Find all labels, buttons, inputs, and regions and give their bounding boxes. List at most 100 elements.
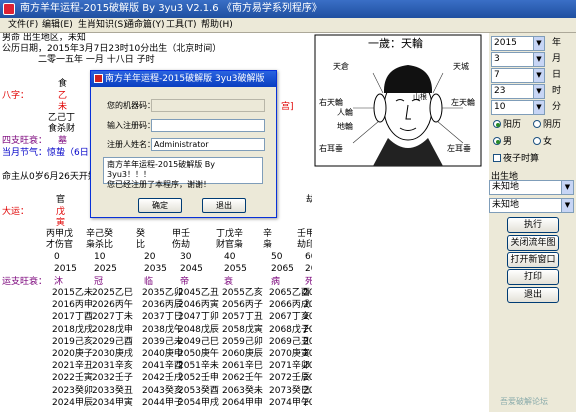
face-label-2: 右天輪	[319, 97, 343, 107]
register-message: 南方羊年运程-2015破解版 By 3yu3！！！ 您已经注册了本程序，谢谢！	[103, 157, 263, 189]
place-select-1[interactable]: 未知地 ▼	[489, 180, 574, 195]
menu-help[interactable]: 帮助(H)	[201, 18, 233, 33]
date-line: 公历日期，2015年3月7日23时10分出生（北京时间）	[2, 44, 222, 54]
year-unit: 年	[552, 38, 562, 48]
liunian-cell: 2051辛未	[178, 361, 219, 372]
day-spinner[interactable]: 7 ▼	[491, 68, 545, 83]
window-title: 南方羊年运程-2015破解版 By 3yu3 V2.1.6 《南方易学系列程序》	[20, 3, 322, 14]
liunian-cell: 2048戊辰	[178, 324, 219, 335]
chevron-down-icon[interactable]: ▼	[533, 69, 544, 82]
liunian-cell: 2053癸酉	[178, 385, 219, 396]
liunian-cell: 2042壬戌	[142, 373, 183, 384]
chevron-down-icon[interactable]: ▼	[533, 53, 544, 66]
dayun-right-0: 劫	[306, 195, 312, 205]
dayun-state: 病	[271, 277, 281, 287]
liunian-cell: 2084甲辰	[303, 397, 312, 408]
reg-name-field[interactable]: Administrator	[151, 138, 265, 151]
chevron-down-icon[interactable]: ▼	[533, 101, 544, 114]
gender-line: 男命 出生地区，未知	[2, 33, 86, 43]
year-spinner[interactable]: 2015 ▼	[491, 36, 545, 51]
liunian-cell: 2054甲戌	[178, 397, 219, 408]
liunian-cell: 2024甲辰	[52, 397, 93, 408]
liunian-cell: 2083癸卯	[303, 385, 312, 396]
reg-code-label: 输入注册码：	[107, 121, 155, 130]
menu-tools[interactable]: 工具(T)	[166, 18, 197, 33]
chevron-down-icon[interactable]: ▼	[561, 181, 573, 194]
hour-unit: 时	[552, 86, 562, 96]
dayun-year: 2075	[305, 264, 312, 274]
liunian-cell: 2052壬申	[178, 373, 219, 384]
liunian-cell: 2045乙丑	[178, 288, 219, 298]
menu-zodiac[interactable]: 生肖知识(S)	[78, 18, 127, 33]
app-icon	[3, 3, 15, 15]
exit-button[interactable]: 退出	[507, 287, 559, 303]
close-report-button[interactable]: 关闭流年图	[507, 235, 559, 251]
liunian-cell: 2061辛巳	[222, 361, 263, 372]
night-zi-checkbox[interactable]: 夜子时算	[493, 153, 539, 165]
place-select-2[interactable]: 未知地 ▼	[489, 198, 574, 213]
liunian-cell: 2060庚辰	[222, 349, 263, 359]
dayun-year: 2035	[144, 264, 167, 274]
bazi-zhi: 未	[58, 102, 68, 112]
menu-file[interactable]: 文件(F)	[8, 18, 38, 33]
liunian-cell: 2015乙未	[52, 288, 93, 298]
bazi-cut: 宫]	[281, 102, 294, 112]
liunian-cell: 2078戊戌	[303, 324, 312, 335]
message-line-2: 您已经注册了本程序，谢谢！	[107, 180, 211, 189]
face-label-3: 左天輪	[451, 97, 475, 107]
dialog-title: 南方羊年运程-2015破解版 3yu3破解版	[105, 74, 265, 84]
menu-fate[interactable]: 通命篇(Y)	[125, 18, 165, 33]
liunian-cell: 2025乙巳	[92, 288, 133, 298]
liunian-cell: 2038戊午	[142, 324, 183, 335]
dayun-shishen: 枭杀比	[86, 240, 114, 250]
print-button[interactable]: 打印	[507, 269, 559, 285]
liunian-cell: 2063癸未	[222, 385, 263, 396]
minute-unit: 分	[552, 102, 562, 112]
liunian-cell: 2033癸丑	[92, 385, 133, 396]
menu-bar: 文件(F) 编辑(E) 生肖知识(S) 通命篇(Y) 工具(T) 帮助(H)	[0, 18, 576, 33]
reg-code-field[interactable]	[151, 119, 265, 132]
liunian-cell: 2059己卯	[222, 336, 263, 347]
dialog-exit-button[interactable]: 退出	[202, 198, 246, 213]
wangshuai-value: 墓	[58, 136, 68, 146]
control-panel: 2015 ▼ 年 3 ▼ 月 7 ▼ 日 23 ▼ 时 10 ▼ 分 阳历 阴历 男 女 …	[489, 33, 576, 412]
run-button[interactable]: 执行	[507, 217, 559, 233]
menu-edit[interactable]: 编辑(E)	[42, 18, 73, 33]
bazi-top: 食	[58, 79, 68, 89]
chevron-down-icon[interactable]: ▼	[533, 85, 544, 98]
liunian-cell: 2075乙未	[303, 288, 312, 298]
liunian-cell: 2027丁未	[92, 312, 133, 323]
liunian-cell: 2020庚子	[52, 349, 93, 359]
dayun-shishen: 伤劫	[172, 240, 191, 250]
dayun-year: 2015	[54, 264, 77, 274]
dialog-ok-button[interactable]: 确定	[138, 198, 182, 213]
jieqi-line: 当月节气：惊蛰（6日	[2, 148, 89, 158]
liunian-cell: 2064甲申	[222, 397, 263, 408]
liunian-cell: 2023癸卯	[52, 385, 93, 396]
chevron-down-icon[interactable]: ▼	[533, 37, 544, 50]
radio-lunar[interactable]: 阴历	[533, 119, 561, 131]
wangshuai-label: 四支旺衰：	[2, 136, 48, 146]
liunian-cell: 2058戊寅	[222, 324, 263, 335]
liunian-cell: 2079己亥	[303, 336, 312, 347]
hour-spinner[interactable]: 23 ▼	[491, 84, 545, 99]
radio-female[interactable]: 女	[533, 136, 552, 148]
month-spinner[interactable]: 3 ▼	[491, 52, 545, 67]
dayun-state: 帝	[180, 277, 190, 287]
face-label-4: 人輪	[337, 107, 353, 117]
day-unit: 日	[552, 70, 562, 80]
chevron-down-icon[interactable]: ▼	[561, 199, 573, 212]
liunian-cell: 2046丙寅	[178, 300, 219, 311]
face-diagram: 一歲：天輪 天倉 天城 右天輪 左天輪 人輪 山根 地輪 右耳垂 左耳垂	[313, 33, 483, 168]
radio-male[interactable]: 男	[493, 136, 512, 148]
face-label-7: 右耳垂	[319, 143, 343, 153]
minute-spinner[interactable]: 10 ▼	[491, 100, 545, 115]
dayun-state: 沐	[54, 277, 64, 287]
dayun-state: 死	[305, 277, 312, 287]
open-window-button[interactable]: 打开新窗口	[507, 252, 559, 268]
dayun-age: 20	[144, 252, 156, 262]
radio-solar[interactable]: 阳历	[493, 119, 521, 131]
dialog-app-icon	[94, 74, 103, 83]
dayun-age: 60	[305, 252, 312, 262]
face-label-6: 地輪	[337, 121, 353, 131]
